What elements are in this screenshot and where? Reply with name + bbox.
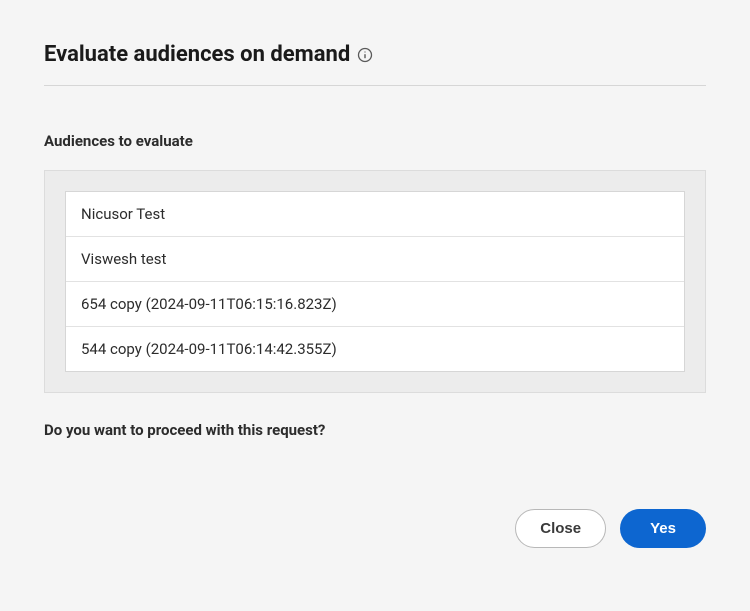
- yes-button[interactable]: Yes: [620, 509, 706, 548]
- audiences-section-label: Audiences to evaluate: [44, 132, 706, 150]
- list-item: 544 copy (2024-09-11T06:14:42.355Z): [66, 327, 684, 371]
- dialog-footer: Close Yes: [44, 509, 706, 548]
- list-item: Nicusor Test: [66, 192, 684, 237]
- divider: [44, 85, 706, 86]
- audiences-panel: Nicusor Test Viswesh test 654 copy (2024…: [44, 170, 706, 393]
- list-item: Viswesh test: [66, 237, 684, 282]
- close-button[interactable]: Close: [515, 509, 606, 548]
- dialog-header: Evaluate audiences on demand: [44, 42, 706, 67]
- list-item: 654 copy (2024-09-11T06:15:16.823Z): [66, 282, 684, 327]
- confirm-question: Do you want to proceed with this request…: [44, 421, 706, 439]
- dialog-title: Evaluate audiences on demand: [44, 42, 350, 67]
- info-icon[interactable]: [357, 47, 373, 63]
- audiences-list: Nicusor Test Viswesh test 654 copy (2024…: [65, 191, 685, 372]
